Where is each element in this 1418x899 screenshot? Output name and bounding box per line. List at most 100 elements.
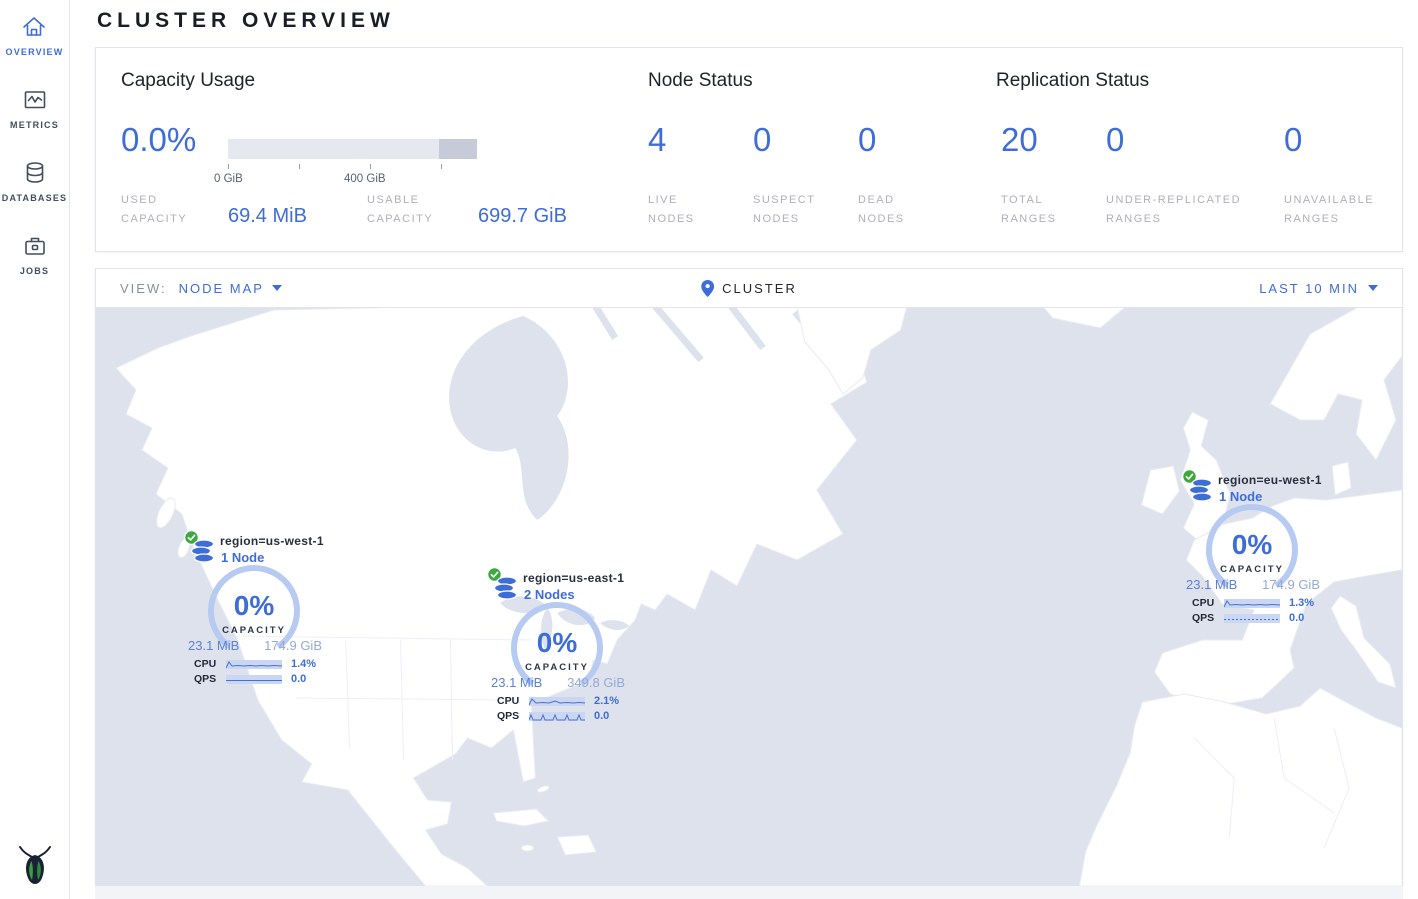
unavailable-ranges-label: UNAVAILABLE RANGES [1284, 191, 1394, 228]
cpu-row: CPU 1.4% [194, 658, 316, 670]
cpu-row: CPU 1.3% [1192, 597, 1314, 609]
qps-row: QPS 0.0 [194, 673, 306, 685]
axis-tick [441, 164, 442, 169]
node-region-us-west-1[interactable]: region=us-west-1 1 Node 0% CAPACITY 23.1… [184, 530, 334, 690]
capacity-used-percent: 0.0% [121, 121, 196, 159]
usable-value: 174.9 GiB [1262, 577, 1320, 592]
used-value: 23.1 MiB [188, 638, 239, 653]
node-region-us-east-1[interactable]: region=us-east-1 2 Nodes 0% CAPACITY 23.… [487, 567, 637, 727]
dead-nodes-label: DEAD NODES [858, 191, 930, 228]
nodes-stack-icon [1187, 478, 1215, 504]
sidebar-item-metrics[interactable]: METRICS [10, 87, 59, 130]
qps-row: QPS 0.0 [497, 710, 609, 722]
under-replicated-value: 0 [1106, 121, 1124, 159]
cpu-value: 1.3% [1289, 597, 1314, 609]
sidebar-item-label: OVERVIEW [6, 47, 64, 57]
axis-tick [370, 164, 371, 169]
gauge-caption: CAPACITY [1220, 564, 1284, 575]
cockroachdb-admin-ui: OVERVIEW METRICS DATABASES JOBS [0, 0, 1418, 899]
qps-sparkline [226, 675, 282, 684]
capacity-values: 23.1 MiB 349.8 GiB [491, 675, 625, 690]
capacity-bar-chart [228, 139, 477, 159]
gauge-percent: 0% [1232, 529, 1273, 560]
cpu-sparkline [226, 660, 282, 669]
under-replicated-label: UNDER-REPLICATED RANGES [1106, 191, 1261, 228]
capacity-usage-title: Capacity Usage [121, 70, 255, 92]
node-status-title: Node Status [648, 70, 753, 92]
node-region-eu-west-1[interactable]: region=eu-west-1 1 Node 0% CAPACITY 23.1… [1182, 469, 1332, 629]
usable-capacity-label: USABLE CAPACITY [367, 191, 462, 228]
capacity-values: 23.1 MiB 174.9 GiB [188, 638, 322, 653]
qps-label: QPS [497, 710, 529, 722]
cpu-label: CPU [497, 695, 529, 707]
used-capacity-label: USED CAPACITY [121, 191, 206, 228]
region-label[interactable]: region=us-west-1 [220, 534, 324, 548]
view-label: VIEW: [120, 281, 167, 296]
sidebar: OVERVIEW METRICS DATABASES JOBS [0, 0, 70, 899]
replication-status-title: Replication Status [996, 70, 1149, 92]
usable-value: 349.8 GiB [567, 675, 625, 690]
view-mode-value: NODE MAP [179, 281, 264, 296]
page-footer-strip [95, 886, 1403, 899]
nodes-stack-icon [189, 539, 217, 565]
region-label[interactable]: region=us-east-1 [523, 571, 624, 585]
cpu-value: 2.1% [594, 695, 619, 707]
view-mode-dropdown[interactable]: NODE MAP [179, 281, 282, 296]
sidebar-item-label: METRICS [10, 120, 59, 130]
node-map-panel: VIEW: NODE MAP CLUSTER LAST 10 MIN [95, 268, 1403, 886]
qps-value: 0.0 [291, 673, 306, 685]
qps-label: QPS [194, 673, 226, 685]
sidebar-item-label: DATABASES [2, 193, 67, 203]
sidebar-item-databases[interactable]: DATABASES [2, 160, 67, 203]
cluster-summary-panel: Capacity Usage 0.0% 0 GiB 400 GiB USED C… [95, 47, 1403, 252]
home-icon [21, 14, 47, 40]
node-map: region=us-west-1 1 Node 0% CAPACITY 23.1… [96, 308, 1402, 886]
cpu-sparkline [529, 697, 585, 706]
nodes-stack-icon [492, 576, 520, 602]
qps-value: 0.0 [594, 710, 609, 722]
chevron-down-icon [1368, 285, 1378, 291]
sidebar-item-overview[interactable]: OVERVIEW [6, 14, 64, 57]
total-ranges-label: TOTAL RANGES [1001, 191, 1081, 228]
axis-tick-label: 400 GiB [344, 173, 386, 185]
gauge-caption: CAPACITY [525, 662, 589, 673]
total-ranges-value: 20 [1001, 121, 1038, 159]
location-pin-icon [701, 280, 714, 297]
region-label[interactable]: region=eu-west-1 [1218, 473, 1322, 487]
axis-tick-label: 0 GiB [214, 173, 243, 185]
used-value: 23.1 MiB [1186, 577, 1237, 592]
cpu-value: 1.4% [291, 658, 316, 670]
time-range-dropdown[interactable]: LAST 10 MIN [1259, 281, 1378, 296]
gauge-caption: CAPACITY [222, 625, 286, 636]
unavailable-ranges-value: 0 [1284, 121, 1302, 159]
sidebar-item-label: JOBS [20, 266, 49, 276]
axis-tick [228, 164, 229, 169]
suspect-nodes-label: SUSPECT NODES [753, 191, 833, 228]
qps-sparkline [1224, 614, 1280, 623]
databases-icon [22, 160, 48, 186]
metrics-icon [22, 87, 48, 113]
cpu-row: CPU 2.1% [497, 695, 619, 707]
view-header: VIEW: NODE MAP CLUSTER LAST 10 MIN [96, 269, 1402, 308]
gauge-percent: 0% [537, 627, 578, 658]
usable-capacity-value: 699.7 GiB [478, 205, 567, 228]
used-capacity-value: 69.4 MiB [228, 205, 307, 228]
breadcrumb-label: CLUSTER [722, 281, 797, 296]
page-title: CLUSTER OVERVIEW [97, 9, 395, 33]
cockroachdb-logo [17, 843, 53, 889]
jobs-icon [22, 233, 48, 259]
sidebar-item-jobs[interactable]: JOBS [20, 233, 49, 276]
gauge-percent: 0% [234, 590, 275, 621]
chevron-down-icon [272, 285, 282, 291]
qps-row: QPS 0.0 [1192, 612, 1304, 624]
time-range-value: LAST 10 MIN [1259, 281, 1359, 296]
cpu-sparkline [1224, 599, 1280, 608]
qps-value: 0.0 [1289, 612, 1304, 624]
capacity-values: 23.1 MiB 174.9 GiB [1186, 577, 1320, 592]
suspect-nodes-value: 0 [753, 121, 771, 159]
breadcrumb-cluster[interactable]: CLUSTER [701, 280, 797, 297]
used-value: 23.1 MiB [491, 675, 542, 690]
cpu-label: CPU [1192, 597, 1224, 609]
qps-sparkline [529, 712, 585, 721]
live-nodes-label: LIVE NODES [648, 191, 720, 228]
